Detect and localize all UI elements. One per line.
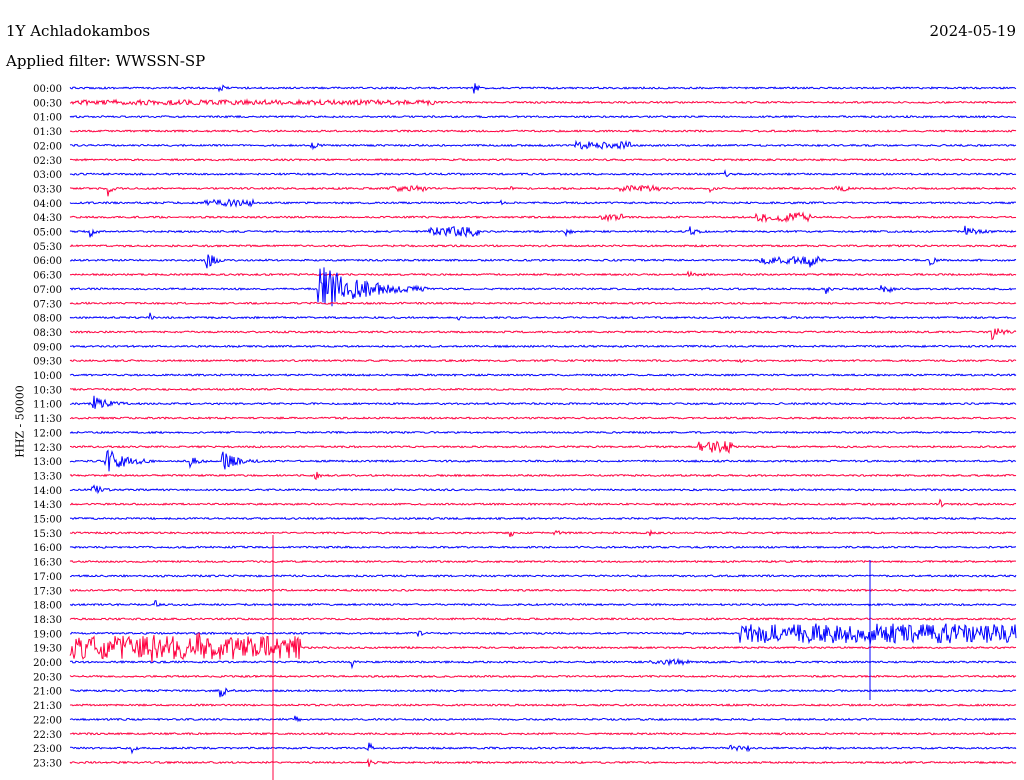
time-labels: 00:00 00:30 01:00 01:30 02:00 02:30 03:00 03:30… (33, 84, 62, 769)
time-label: 12:30 (33, 443, 62, 454)
trace-line (70, 623, 1017, 645)
time-label: 08:30 (33, 328, 62, 339)
time-label: 04:30 (33, 213, 62, 224)
time-label: 19:30 (33, 644, 62, 655)
trace-line (69, 674, 1017, 679)
time-label: 10:30 (33, 385, 62, 396)
trace-line (69, 254, 1017, 269)
trace-line (69, 588, 1017, 593)
trace-line (69, 516, 1017, 521)
time-label: 03:00 (33, 170, 62, 181)
time-label: 06:00 (33, 256, 62, 267)
trace-line (69, 169, 1017, 178)
trace-line (69, 129, 1017, 133)
trace-line (69, 471, 1017, 481)
time-label: 20:00 (33, 658, 62, 669)
time-label: 02:30 (33, 156, 62, 167)
time-label: 03:30 (33, 184, 62, 195)
trace-line (69, 757, 1017, 767)
trace-line (69, 301, 1017, 305)
trace-line (69, 703, 1017, 707)
trace-line (69, 244, 1017, 248)
time-label: 15:30 (33, 529, 62, 540)
time-label: 04:00 (33, 199, 62, 210)
trace-line (69, 657, 1017, 670)
trace-line (69, 484, 1017, 495)
time-label: 13:30 (33, 471, 62, 482)
trace-line (69, 373, 1017, 377)
time-label: 21:30 (33, 701, 62, 712)
time-label: 16:00 (33, 543, 62, 554)
trace-line (70, 344, 1017, 349)
time-label: 07:30 (33, 299, 62, 310)
time-label: 23:00 (33, 744, 62, 755)
time-label: 00:00 (33, 84, 62, 95)
trace-line (69, 545, 1017, 550)
time-label: 20:30 (33, 672, 62, 683)
trace-line (69, 98, 1017, 107)
trace-line (69, 328, 1017, 341)
time-label: 08:00 (33, 314, 62, 325)
trace-line (69, 83, 1017, 94)
time-label: 07:00 (33, 285, 62, 296)
time-label: 17:30 (33, 586, 62, 597)
time-label: 15:00 (33, 515, 62, 526)
time-label: 06:30 (33, 271, 62, 282)
trace-line (69, 114, 1017, 119)
trace-line (69, 184, 1017, 197)
time-label: 01:00 (33, 113, 62, 124)
traces (69, 83, 1017, 780)
trace-line (69, 617, 1017, 621)
trace-line (69, 157, 1017, 162)
trace-line (69, 559, 1016, 564)
trace-line (69, 225, 1017, 238)
trace-line (69, 715, 1016, 723)
time-label: 09:30 (33, 357, 62, 368)
trace-line (69, 416, 1017, 420)
trace-line (69, 198, 1017, 208)
time-label: 18:00 (33, 601, 62, 612)
time-label: 05:00 (33, 228, 62, 239)
time-label: 17:00 (33, 572, 62, 583)
helicorder-plot: 00:00 00:30 01:00 01:30 02:00 02:30 03:00 03:30… (33, 83, 1017, 780)
time-label: 18:30 (33, 615, 62, 626)
trace-line (69, 687, 1017, 698)
time-label: 19:00 (33, 629, 62, 640)
time-label: 10:00 (33, 371, 62, 382)
time-label: 14:00 (33, 486, 62, 497)
trace-line (69, 498, 1017, 508)
trace-line (69, 440, 1017, 455)
trace-line (69, 632, 1017, 663)
time-label: 12:00 (33, 428, 62, 439)
trace-line (69, 312, 1017, 321)
time-label: 05:30 (33, 242, 62, 253)
time-label: 00:30 (33, 98, 62, 109)
trace-line (69, 211, 1017, 224)
time-label: 13:00 (33, 457, 62, 468)
time-label: 11:30 (33, 414, 62, 425)
trace-line (69, 395, 1017, 409)
trace-line (69, 574, 1017, 578)
trace-line (69, 449, 1017, 472)
trace-line (69, 139, 1017, 151)
time-label: 22:30 (33, 730, 62, 741)
time-label: 21:00 (33, 687, 62, 698)
time-label: 09:00 (33, 342, 62, 353)
trace-line (69, 731, 1017, 736)
time-label: 02:00 (33, 141, 62, 152)
trace-line (69, 600, 1017, 607)
time-label: 14:30 (33, 500, 62, 511)
trace-line (70, 742, 1017, 755)
time-label: 23:30 (33, 758, 62, 769)
trace-line (69, 270, 1017, 278)
trace-line (69, 358, 1017, 363)
trace-line (69, 529, 1017, 538)
time-label: 22:00 (33, 715, 62, 726)
time-label: 11:00 (33, 400, 62, 411)
trace-line (69, 430, 1017, 435)
time-label: 16:30 (33, 558, 62, 569)
trace-line (69, 387, 1017, 392)
time-label: 01:30 (33, 127, 62, 138)
